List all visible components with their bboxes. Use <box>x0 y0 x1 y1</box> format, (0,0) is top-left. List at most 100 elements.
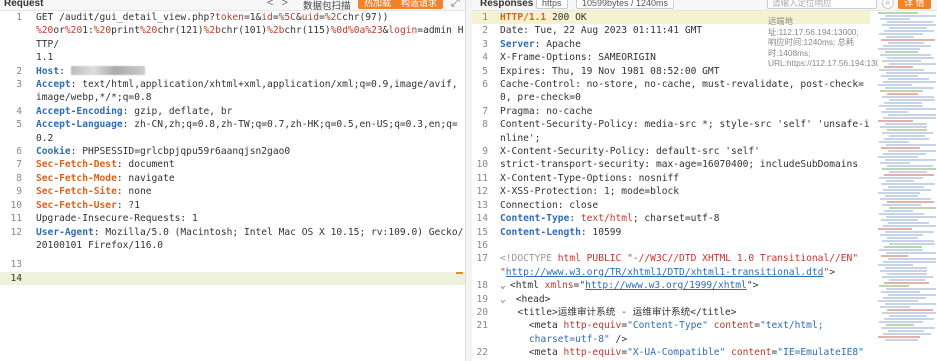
construct-request-button[interactable]: 构造请求 <box>395 0 444 9</box>
minimap-line <box>883 261 936 263</box>
minimap-line <box>879 249 923 251</box>
minimap-line <box>885 231 934 233</box>
redacted-host <box>70 66 145 76</box>
minimap-line <box>878 156 918 158</box>
minimap-line <box>880 18 910 20</box>
minimap-line <box>881 327 935 329</box>
code-line: 14 Content-Type: text/html; charset=utf-… <box>476 213 720 225</box>
minimap-line <box>881 39 935 41</box>
minimap-line <box>882 96 934 98</box>
request-title: Request <box>4 0 44 9</box>
request-pane: Request <> 数据包扫描 热加载 构造请求 ⤢ 1 GET /audit… <box>0 0 466 361</box>
minimap-line <box>889 243 935 245</box>
minimap-line <box>885 195 918 197</box>
code-line: 12 User-Agent: Mozilla/5.0 (Macintosh; I… <box>10 226 464 251</box>
minimap-line <box>882 168 936 170</box>
minimap-line <box>878 84 912 86</box>
minimap-line <box>879 141 909 143</box>
minimap-line <box>888 186 924 188</box>
minimap-line <box>884 30 934 32</box>
minimap-line <box>885 15 936 17</box>
minimap-line <box>887 21 933 23</box>
history-nav: <> <box>267 0 296 9</box>
request-line: GET /audit/gui_detail_view.php?token=1&i… <box>36 12 464 64</box>
minimap-line <box>884 246 922 248</box>
minimap-line <box>881 255 908 257</box>
minimap-line <box>887 309 933 311</box>
code-line: 17 <!DOCTYPE html PUBLIC "-//W3C//DTD XH… <box>476 253 859 278</box>
code-line: 22 <meta http-equiv="X-UA-Compatible" co… <box>476 347 864 361</box>
next-icon[interactable]: > <box>281 0 295 9</box>
fold-icon[interactable]: ⌄ <box>500 279 510 292</box>
minimap-line <box>887 273 927 275</box>
code-line: 16 <box>476 239 488 251</box>
code-line: 1 GET /audit/gui_detail_view.php?token=1… <box>16 12 464 64</box>
minimap-line <box>881 183 935 185</box>
minimap-line <box>883 297 926 299</box>
minimap-line <box>889 207 936 209</box>
minimap-line <box>886 324 914 326</box>
minimap-line <box>889 315 927 317</box>
minimap-line <box>883 225 936 227</box>
minimap-line <box>886 252 936 254</box>
detail-button[interactable]: 详 情 <box>898 0 931 9</box>
response-stats: 10599bytes / 1240ms <box>576 0 675 9</box>
minimap-line <box>889 135 925 137</box>
code-line: 3 Accept: text/html,application/xhtml+xm… <box>16 79 458 104</box>
code-line: 6 Cache-Control: no-store, no-cache, mus… <box>482 79 864 104</box>
minimap-line <box>888 150 936 152</box>
minimap-line <box>888 258 936 260</box>
minimap-line <box>878 192 920 194</box>
minimap-line <box>884 210 913 212</box>
response-toolbar: Responses https 10599bytes / 1240ms 请输入定… <box>472 0 937 11</box>
minimap-line <box>889 279 925 281</box>
code-line: 18 ⌄ <html xmlns="http://www.w3.org/1999/… <box>476 279 759 292</box>
hotload-button[interactable]: 热加载 <box>358 0 398 9</box>
minimap-line <box>882 24 936 26</box>
minimap-line <box>881 291 920 293</box>
minimap-line <box>882 240 934 242</box>
minimap-line <box>882 132 933 134</box>
expand-icon[interactable]: ⤢ <box>451 0 460 10</box>
response-pane: Responses https 10599bytes / 1240ms 请输入定… <box>472 0 937 361</box>
code-line: 6 Cookie: PHPSESSID=grlcbpjqpu59r6aanqjs… <box>16 146 291 158</box>
minimap-line <box>886 216 936 218</box>
minimap-line <box>888 114 936 116</box>
minimap-line <box>887 201 934 203</box>
code-line: 12 X-XSS-Protection: 1; mode=block <box>476 186 680 198</box>
minimap-line <box>883 45 931 47</box>
response-minimap[interactable] <box>878 11 936 361</box>
prev-icon[interactable]: < <box>267 0 281 9</box>
code-line: 19 ⌄ <head> <box>476 293 551 306</box>
minimap-line <box>878 300 918 302</box>
minimap-line <box>881 147 920 149</box>
request-toolbar: Request <> 数据包扫描 热加载 构造请求 ⤢ <box>0 0 465 12</box>
minimap-line <box>887 237 918 239</box>
minimap-line <box>880 198 931 200</box>
minimap-line <box>886 144 936 146</box>
response-search-input[interactable]: 请输入定位响应 <box>767 0 877 9</box>
minimap-line <box>882 60 921 62</box>
minimap-line <box>879 33 923 35</box>
minimap-line <box>881 75 918 77</box>
minimap-line <box>884 282 929 284</box>
fold-icon[interactable]: ⌄ <box>500 293 510 306</box>
minimap-line <box>879 321 923 323</box>
code-line: 8 Sec-Fetch-Mode: navigate <box>16 172 175 184</box>
minimap-line <box>888 222 929 224</box>
minimap-line <box>887 57 934 59</box>
minimap-line <box>881 219 918 221</box>
minimap-line <box>886 180 914 182</box>
minimap-line <box>878 264 913 266</box>
search-icon[interactable]: ⌕ <box>882 0 894 9</box>
minimap-line <box>889 63 936 65</box>
response-info: 远端地址:112.17.56.194:13000; 响应时间:1240ms; 总… <box>768 16 909 68</box>
minimap-line <box>878 228 912 230</box>
minimap-line <box>885 159 936 161</box>
minimap-line <box>878 336 920 338</box>
request-editor[interactable]: 1 GET /audit/gui_detail_view.php?token=1… <box>0 11 465 361</box>
minimap-line <box>882 312 936 314</box>
code-line: 7 Sec-Fetch-Dest: document <box>16 159 175 171</box>
minimap-line <box>885 339 918 341</box>
code-line: 13 Connection: close <box>476 199 599 211</box>
